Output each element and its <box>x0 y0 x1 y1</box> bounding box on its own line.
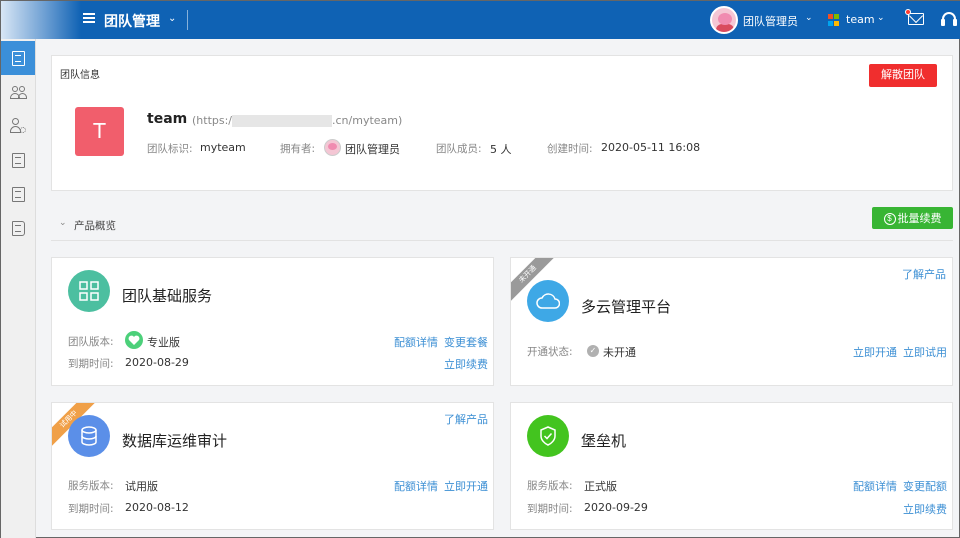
expiry-label: 到期时间: <box>68 503 114 515</box>
cloud-icon <box>527 280 569 322</box>
activation-status-value: 未开通 <box>603 346 636 359</box>
renew-now-link[interactable]: 立即续费 <box>903 501 947 517</box>
activation-status-label: 开通状态: <box>527 346 573 358</box>
url-redacted <box>232 115 333 127</box>
expiry-label: 到期时间: <box>68 358 114 370</box>
top-bar: 团队管理 ⌄ 团队管理员 ⌄ team ⌄ <box>1 1 960 39</box>
sidebar <box>1 39 36 538</box>
team-info-card: 团队信息 解散团队 T team (https:/ .cn/myteam) 团队标… <box>51 55 953 191</box>
document-settings-icon[interactable] <box>1 143 35 177</box>
quota-details-link[interactable]: 配额详情 <box>394 478 438 494</box>
expiry-label: 到期时间: <box>527 503 573 515</box>
team-switcher[interactable]: team <box>846 13 875 26</box>
url-suffix: .cn/myteam) <box>332 114 403 127</box>
team-avatar: T <box>75 107 124 156</box>
service-edition-label: 服务版本: <box>68 480 114 492</box>
chevron-down-icon[interactable]: ⌄ <box>59 218 67 228</box>
grid-icon <box>68 270 110 312</box>
dollar-icon: $ <box>883 213 896 226</box>
quota-details-link[interactable]: 配额详情 <box>853 478 897 494</box>
app-title[interactable]: 团队管理 <box>104 11 160 31</box>
learn-product-link[interactable]: 了解产品 <box>444 411 488 427</box>
activate-now-link[interactable]: 立即开通 <box>444 478 488 494</box>
logo-square <box>828 20 833 26</box>
dissolve-team-button[interactable]: 解散团队 <box>869 64 937 87</box>
owner-avatar <box>324 139 341 156</box>
edition-value: 专业版 <box>147 336 180 349</box>
brand-logo[interactable] <box>1 1 81 39</box>
windows-logo-icon[interactable] <box>828 14 840 26</box>
product-title: 堡垒机 <box>581 432 627 450</box>
edition-label: 团队版本: <box>68 336 114 348</box>
quota-details-link[interactable]: 配额详情 <box>394 334 438 350</box>
service-edition-label: 服务版本: <box>527 480 573 492</box>
owner-label: 拥有者: <box>280 143 316 155</box>
headset-icon[interactable] <box>941 12 957 26</box>
clipboard-icon[interactable] <box>1 177 35 211</box>
created-value: 2020-05-11 16:08 <box>601 141 701 154</box>
section-title[interactable]: 产品概览 <box>74 218 116 233</box>
team-id-label: 团队标识: <box>147 143 193 155</box>
members-label: 团队成员: <box>436 143 482 155</box>
user-name[interactable]: 团队管理员 <box>743 13 798 29</box>
product-card-base-service: 团队基础服务 团队版本: 专业版 到期时间: 2020-08-29 配额详情 变… <box>51 257 494 386</box>
product-overview-header: ⌄ 产品概览 <box>51 211 953 241</box>
hamburger-menu-icon[interactable] <box>83 13 95 23</box>
product-title: 数据库运维审计 <box>122 432 228 450</box>
team-name: team <box>147 111 188 127</box>
user-settings-icon[interactable] <box>1 109 35 143</box>
notification-dot <box>905 9 911 15</box>
logo-square <box>828 14 833 19</box>
expiry-value: 2020-08-29 <box>125 356 189 369</box>
people-icon[interactable] <box>1 75 35 109</box>
chevron-down-icon[interactable]: ⌄ <box>805 13 813 23</box>
batch-renew-button[interactable]: $ 批量续费 <box>872 207 953 229</box>
logo-square <box>834 14 839 19</box>
main-content: 团队信息 解散团队 T team (https:/ .cn/myteam) 团队标… <box>37 39 960 538</box>
renew-now-link[interactable]: 立即续费 <box>444 356 488 372</box>
mail-icon[interactable] <box>908 13 924 25</box>
team-id-value: myteam <box>200 141 246 154</box>
service-edition-value: 正式版 <box>584 480 617 493</box>
service-edition-value: 试用版 <box>125 480 158 493</box>
batch-renew-label: 批量续费 <box>897 213 942 225</box>
created-label: 创建时间: <box>547 143 593 155</box>
section-label: 团队信息 <box>60 70 100 81</box>
document-icon[interactable] <box>1 41 35 75</box>
learn-product-link[interactable]: 了解产品 <box>902 266 946 282</box>
owner-value: 团队管理员 <box>345 143 400 156</box>
chevron-down-icon[interactable]: ⌄ <box>877 13 885 23</box>
check-circle-icon: ✓ <box>587 345 599 357</box>
change-quota-link[interactable]: 变更配额 <box>903 478 947 494</box>
members-value: 5 人 <box>490 143 512 156</box>
book-icon[interactable] <box>1 211 35 245</box>
expiry-value: 2020-08-12 <box>125 501 189 514</box>
change-plan-link[interactable]: 变更套餐 <box>444 334 488 350</box>
product-card-bastion: 堡垒机 服务版本: 正式版 到期时间: 2020-09-29 配额详情 变更配额… <box>510 402 953 530</box>
shield-icon <box>527 415 569 457</box>
activate-now-link[interactable]: 立即开通 <box>853 344 897 360</box>
expiry-value: 2020-09-29 <box>584 501 648 514</box>
logo-square <box>834 20 839 26</box>
divider <box>187 10 188 30</box>
try-now-link[interactable]: 立即试用 <box>903 344 947 360</box>
url-prefix: (https:/ <box>192 114 233 127</box>
chevron-down-icon[interactable]: ⌄ <box>168 13 176 24</box>
heart-icon <box>125 331 143 349</box>
product-card-multicloud: 未开通 了解产品 多云管理平台 开通状态: ✓ 未开通 立即开通 立即试用 <box>510 257 953 386</box>
product-card-db-audit: 试用中 了解产品 数据库运维审计 服务版本: 试用版 到期时间: 2020-08… <box>51 402 494 530</box>
team-url[interactable]: (https:/ .cn/myteam) <box>192 114 402 127</box>
product-title: 团队基础服务 <box>122 287 213 305</box>
product-title: 多云管理平台 <box>581 298 672 316</box>
database-icon <box>68 415 110 457</box>
user-avatar[interactable] <box>710 6 738 34</box>
